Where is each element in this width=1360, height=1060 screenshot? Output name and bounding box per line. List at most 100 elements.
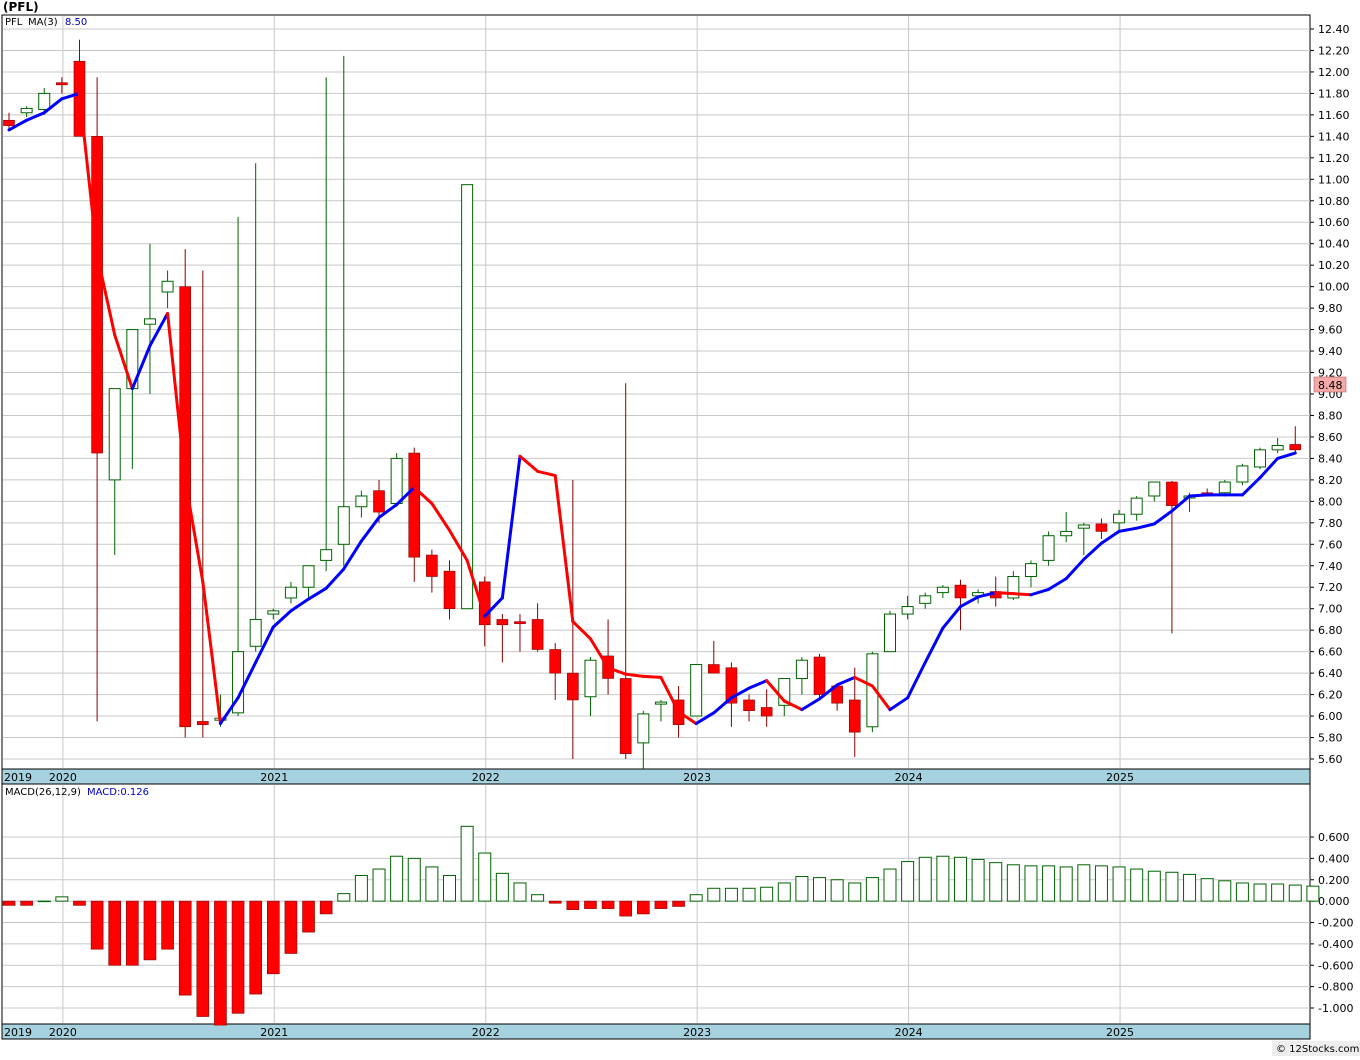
last-price-tag-text: 8.48 (1318, 379, 1343, 392)
macd-bar-positive (724, 887, 738, 902)
candle-body-up (654, 701, 667, 705)
macd-bar-negative (90, 900, 104, 950)
candle-body-up (584, 659, 597, 698)
price-tick-label: 10.80 (1318, 195, 1350, 208)
macd-bar-positive (1306, 885, 1320, 902)
year-label: 2019 (4, 1026, 32, 1039)
ma-legend-value: 8.50 (65, 17, 87, 28)
macd-bar-positive (1059, 866, 1073, 902)
macd-bar-positive (513, 882, 527, 902)
candle-body-up (143, 318, 156, 325)
chart-canvas: 12.40 12.20 12.00 11.80 11.60 11.40 11.20 11.00… (0, 0, 1360, 1056)
candle-body-up (461, 184, 474, 610)
macd-bar-positive (354, 874, 368, 902)
candle-body-down (426, 554, 438, 577)
price-tick-label: 11.00 (1318, 173, 1350, 186)
macd-bar-negative (249, 900, 262, 995)
year-label: 2021 (260, 771, 288, 784)
macd-bar-negative (654, 900, 668, 909)
macd-bar-negative (196, 900, 210, 1017)
candle-body-down (408, 452, 421, 558)
macd-bar-positive (1235, 882, 1249, 902)
macd-bar-negative (73, 900, 86, 906)
candle-body-down (373, 490, 385, 513)
macd-bar-positive (337, 893, 351, 902)
price-tick-label: 10.40 (1318, 238, 1350, 251)
candle-body-up (936, 586, 949, 594)
candle-body-up (919, 595, 932, 604)
candle-body-down (848, 699, 861, 733)
macd-bar-negative (637, 900, 650, 915)
price-tick-label: 10.60 (1318, 216, 1350, 229)
candle-body-up (108, 388, 121, 481)
candle-body-up (1130, 497, 1143, 515)
macd-bar-positive (55, 896, 69, 902)
macd-bar-positive (1130, 868, 1144, 902)
candle-body-down (1095, 523, 1108, 532)
price-tick-label: 7.60 (1318, 538, 1343, 551)
macd-bar-positive (495, 872, 509, 902)
macd-bar-positive (918, 856, 932, 902)
ma-segment (1188, 493, 1209, 498)
price-tick-label: 11.40 (1318, 130, 1350, 143)
macd-bar-positive (1094, 865, 1108, 902)
macd-bar-positive (813, 877, 827, 902)
macd-bar-positive (971, 858, 985, 902)
macd-bar-positive (1165, 871, 1179, 902)
price-tick-label: 6.00 (1318, 710, 1343, 723)
macd-bar-positive (1218, 880, 1232, 902)
price-tick-label: 11.80 (1318, 87, 1350, 100)
candle-body-up (690, 664, 703, 717)
macd-bar-negative (126, 900, 139, 966)
year-label: 2021 (260, 1026, 288, 1039)
candle-body-up (20, 107, 33, 114)
price-tick-label: 12.40 (1318, 23, 1350, 36)
price-tick-label: 8.20 (1318, 474, 1343, 487)
candle-body-down (531, 619, 544, 650)
footer-copyright: © 12Stocks.com (1276, 1044, 1359, 1055)
macd-bar-negative (20, 900, 33, 906)
price-tick-label: 9.60 (1318, 324, 1343, 337)
macd-tick-label: -0.400 (1318, 938, 1353, 951)
year-label: 2019 (4, 771, 32, 784)
price-tick-label: 10.20 (1318, 259, 1350, 272)
candle-body-down (443, 570, 456, 610)
candle-body-up (1218, 481, 1231, 494)
candle-body-up (1113, 513, 1126, 524)
candle-body-down (954, 584, 967, 599)
candle-body-up (320, 549, 333, 561)
year-label: 2022 (472, 1026, 500, 1039)
macd-bar-negative (284, 900, 298, 954)
macd-tick-label: -1.000 (1318, 1002, 1353, 1015)
macd-bar-negative (584, 900, 597, 909)
macd-bar-positive (901, 861, 915, 902)
macd-bar-negative (178, 900, 192, 996)
ma-segment (994, 591, 1015, 596)
macd-tick-label: -0.800 (1318, 981, 1353, 994)
candle-body-down (743, 699, 755, 711)
candle-body-up (901, 606, 914, 615)
macd-bar-positive (760, 886, 774, 902)
candle-body-up (337, 506, 350, 545)
price-tick-label: 5.80 (1318, 732, 1343, 745)
macd-bar-positive (1024, 865, 1038, 902)
candle-body-up (1077, 524, 1090, 529)
year-label: 2023 (683, 771, 711, 784)
price-tick-label: 9.40 (1318, 345, 1343, 358)
stock-chart: 12.40 12.20 12.00 11.80 11.60 11.40 11.20 11.00… (0, 0, 1360, 1056)
macd-tick-label: 0.400 (1318, 852, 1350, 865)
macd-bar-positive (777, 882, 791, 902)
macd-bar-negative (214, 900, 227, 1026)
macd-bar-negative (108, 900, 122, 966)
candle-body-up (1254, 449, 1267, 468)
macd-bar-negative (319, 900, 333, 915)
macd-bar-positive (883, 868, 897, 902)
macd-bar-positive (1288, 884, 1302, 902)
price-tick-label: 11.20 (1318, 152, 1350, 165)
candle-body-down (549, 649, 562, 674)
macd-tick-label: -0.600 (1318, 959, 1353, 972)
macd-bar-negative (302, 900, 315, 933)
macd-bar-positive (707, 887, 721, 902)
price-tick-label: 8.40 (1318, 452, 1343, 465)
macd-bar-negative (548, 900, 562, 904)
